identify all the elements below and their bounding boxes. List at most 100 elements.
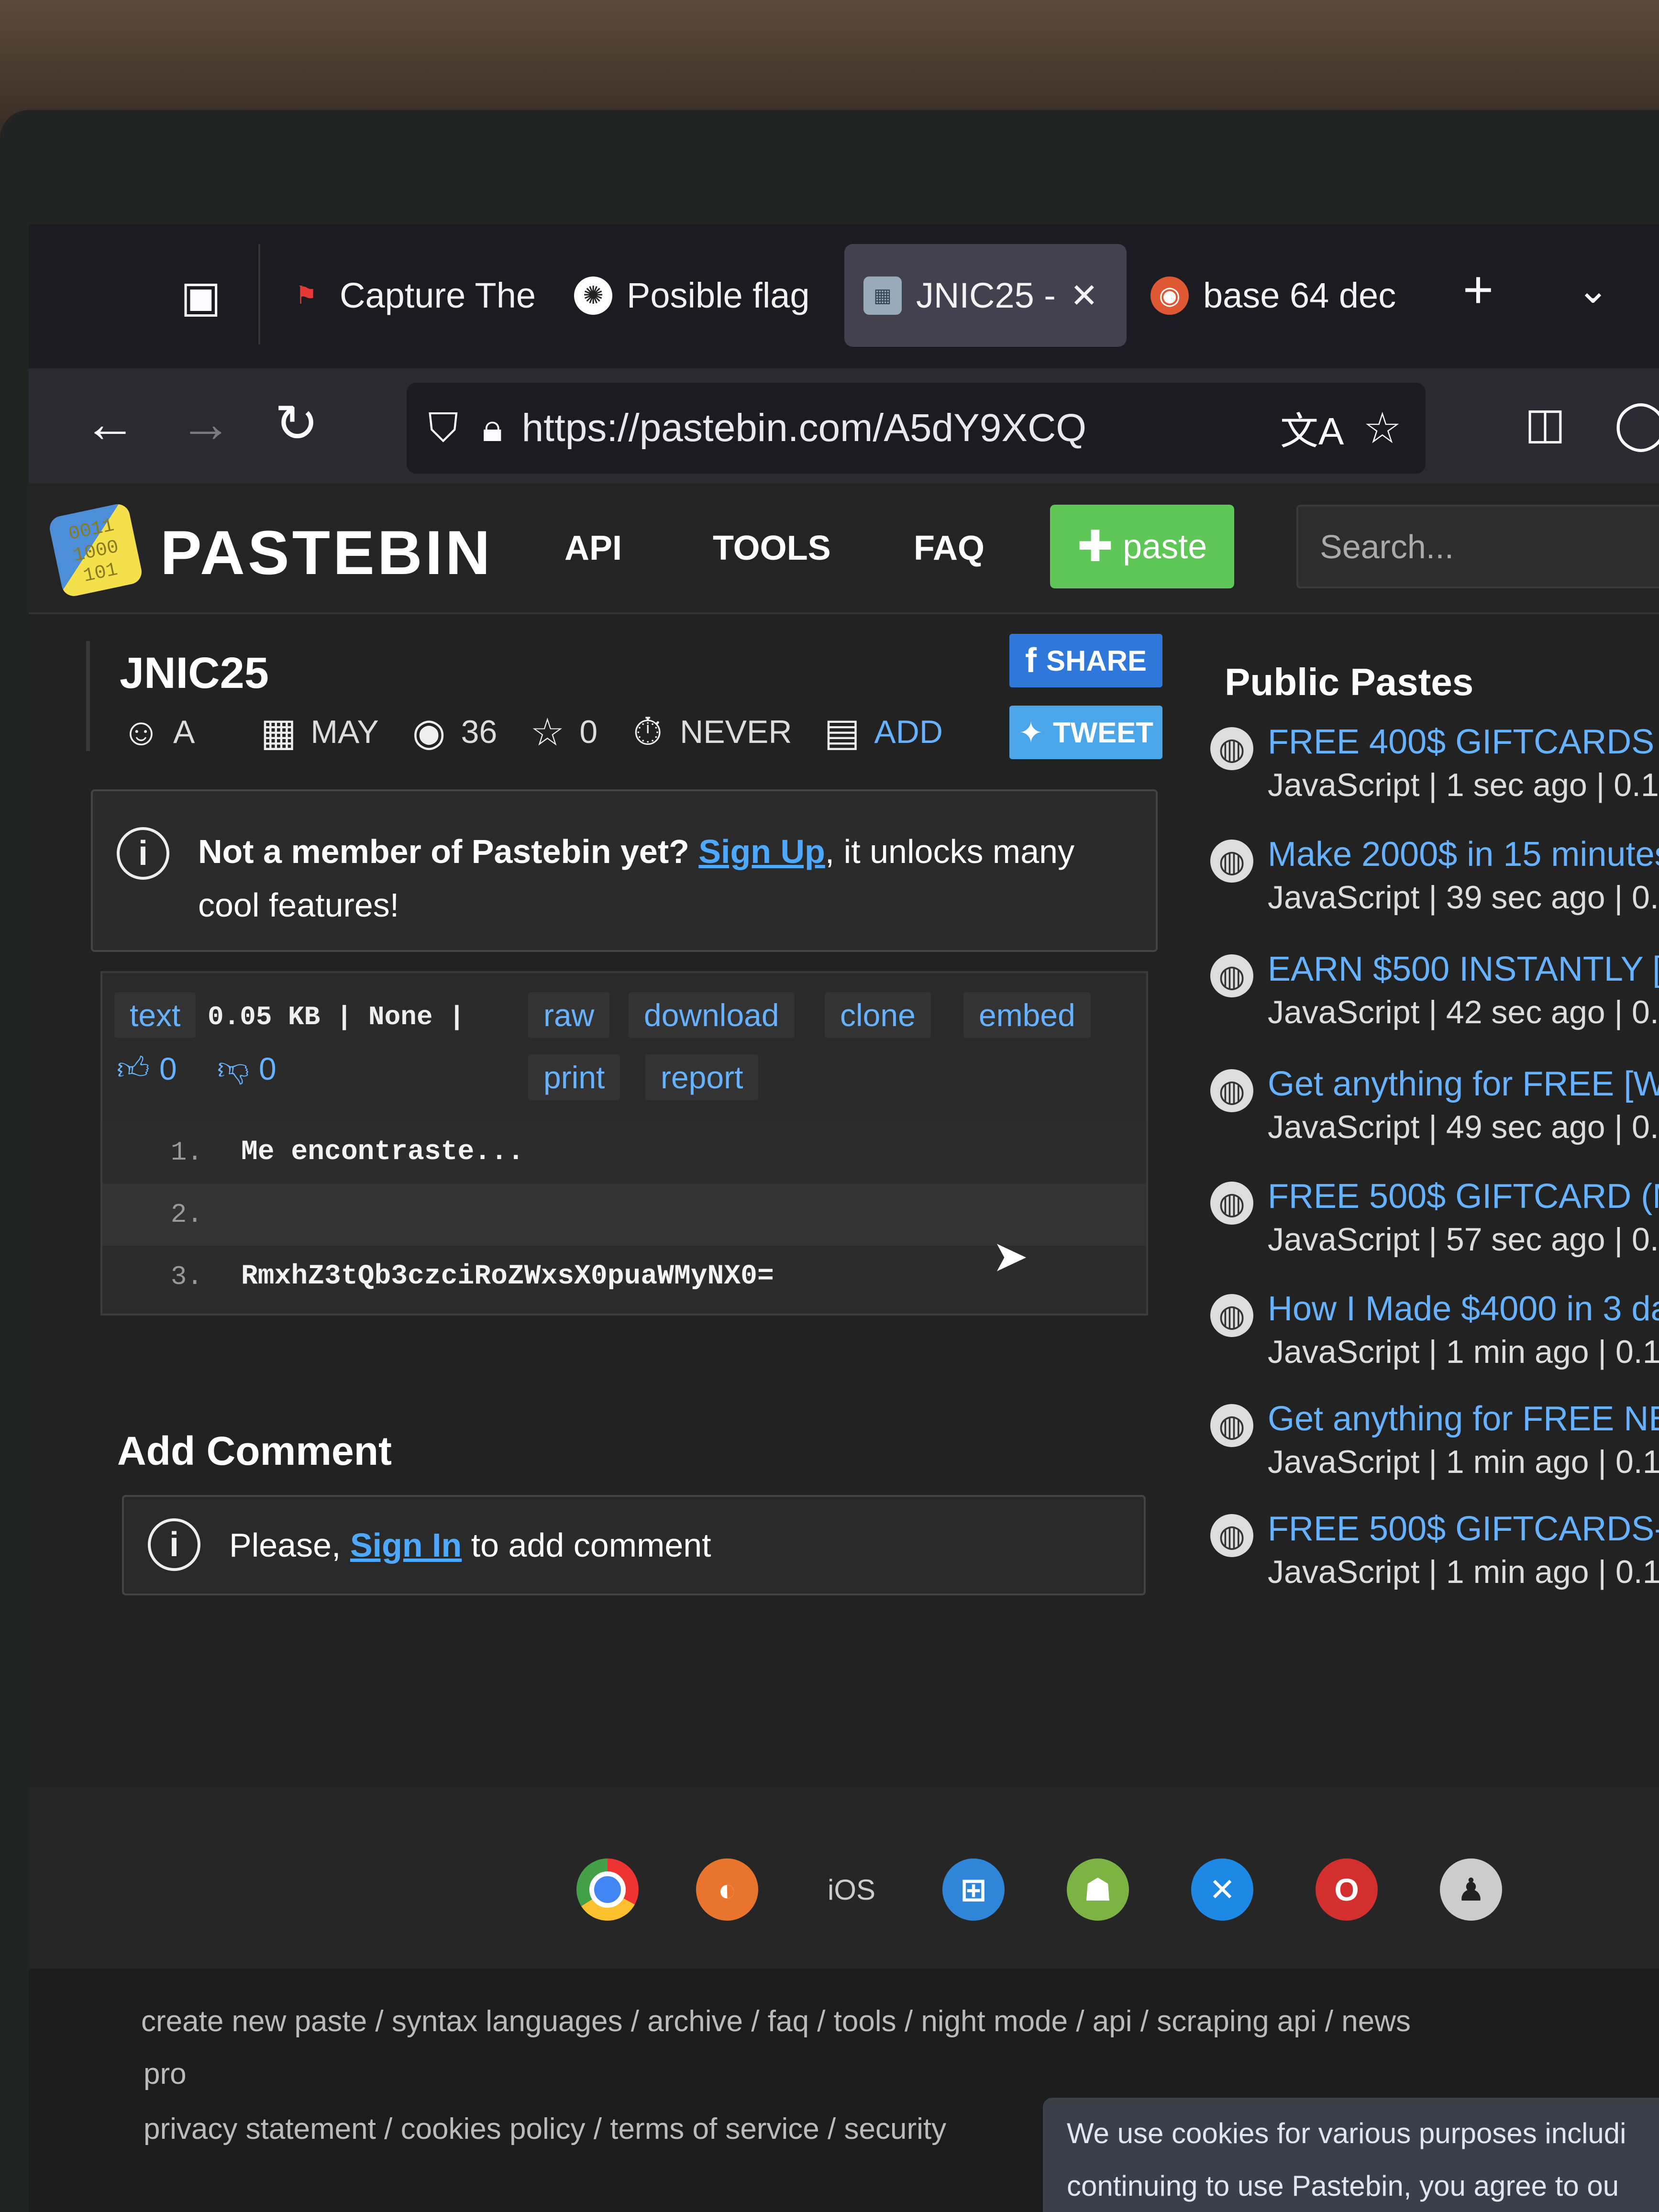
- paste-meta-text: JavaScript | 39 sec ago | 0.1: [1268, 879, 1659, 916]
- nav-api[interactable]: API: [564, 529, 622, 568]
- linux-icon[interactable]: ♟: [1440, 1858, 1502, 1921]
- pocket-icon[interactable]: ◫: [1512, 390, 1579, 457]
- nav-faq[interactable]: FAQ: [914, 529, 984, 568]
- new-paste-button[interactable]: ✚ paste: [1050, 505, 1234, 588]
- public-pastes-title: Public Pastes: [1225, 661, 1474, 703]
- footer-link-privacy-statement[interactable]: privacy statement: [144, 2112, 376, 2146]
- nav-tools[interactable]: TOOLS: [713, 529, 831, 568]
- globe-icon: ◍: [1210, 840, 1253, 883]
- account-icon[interactable]: ◯: [1607, 390, 1659, 457]
- public-paste-item[interactable]: ◍ EARN $500 INSTANTLY [WO JavaScript | 4…: [1210, 950, 1659, 1055]
- tab-overview-icon[interactable]: ▣: [167, 263, 234, 330]
- footer-link-tools[interactable]: tools: [834, 2005, 896, 2038]
- signup-notice: i Not a member of Pastebin yet? Sign Up,…: [91, 789, 1158, 952]
- close-tab-icon[interactable]: ✕: [1070, 276, 1098, 315]
- footer-separator: /: [817, 2005, 826, 2038]
- print-button[interactable]: print: [528, 1054, 620, 1100]
- macos-icon[interactable]: ✕: [1191, 1858, 1253, 1921]
- paste-meta-text: JavaScript | 1 sec ago | 0.15: [1268, 767, 1659, 803]
- signup-link[interactable]: Sign Up: [698, 833, 825, 870]
- url-text[interactable]: https://pastebin.com/A5dY9XCQ: [522, 406, 1087, 451]
- footer-link-create-new-paste[interactable]: create new paste: [141, 2005, 367, 2038]
- paste-meta-text: JavaScript | 1 min ago | 0.16: [1268, 1554, 1659, 1590]
- reload-icon[interactable]: ↻: [263, 390, 330, 457]
- paste-meta-text: JavaScript | 42 sec ago | 0.1: [1268, 994, 1659, 1030]
- stopwatch-icon: ⏱︎: [632, 710, 663, 753]
- signin-link[interactable]: Sign In: [350, 1526, 462, 1564]
- public-paste-item[interactable]: ◍ FREE 400$ GIFTCARDS JavaScript | 1 sec…: [1210, 722, 1659, 828]
- ios-link[interactable]: iOS: [820, 1858, 883, 1921]
- public-paste-item[interactable]: ◍ FREE 500$ GIFTCARD (May 2 JavaScript |…: [1210, 1177, 1659, 1282]
- report-button[interactable]: report: [645, 1054, 759, 1100]
- info-icon: i: [148, 1518, 200, 1571]
- public-paste-item[interactable]: ◍ How I Made $4000 in 3 days JavaScript …: [1210, 1289, 1659, 1394]
- android-icon[interactable]: ☗: [1067, 1858, 1129, 1921]
- paste-link[interactable]: FREE 500$ GIFTCARDS-[Work: [1268, 1509, 1659, 1548]
- clone-button[interactable]: clone: [825, 992, 931, 1038]
- paste-label: paste: [1123, 527, 1207, 566]
- like-button[interactable]: 👍︎ 0: [117, 1050, 177, 1088]
- forward-arrow-icon[interactable]: →: [172, 390, 239, 457]
- translate-icon[interactable]: 文A: [1280, 400, 1344, 456]
- dislike-button[interactable]: 👎︎ 0: [217, 1050, 276, 1088]
- raw-button[interactable]: raw: [528, 992, 610, 1038]
- code-line: 1. Me encontraste...: [102, 1121, 1146, 1183]
- footer-separator: /: [828, 2112, 836, 2146]
- twitter-tweet-button[interactable]: ✦ TWEET: [1009, 706, 1162, 759]
- url-bar[interactable]: ⛉ 🔒︎ https://pastebin.com/A5dY9XCQ 文A ☆: [407, 383, 1426, 474]
- stars[interactable]: ☆ 0: [526, 710, 597, 753]
- footer-link-cookies-policy[interactable]: cookies policy: [401, 2112, 586, 2146]
- paste-link[interactable]: Get anything for FREE [Worl: [1268, 1064, 1659, 1104]
- footer-separator: /: [1076, 2005, 1084, 2038]
- search-input[interactable]: Search...: [1296, 505, 1659, 588]
- paste-link[interactable]: Get anything for FREE NEW!!: [1268, 1399, 1659, 1438]
- tab-capture-the-flag[interactable]: ⚑ Capture The: [287, 244, 555, 347]
- paste-link[interactable]: How I Made $4000 in 3 days: [1268, 1289, 1659, 1328]
- footer-link-scraping-api[interactable]: scraping api: [1157, 2005, 1316, 2038]
- opera-icon[interactable]: O: [1316, 1858, 1378, 1921]
- public-paste-item[interactable]: ◍ Get anything for FREE NEW!! JavaScript…: [1210, 1399, 1659, 1504]
- shield-icon[interactable]: ⛉: [428, 405, 458, 452]
- public-paste-item[interactable]: ◍ FREE 500$ GIFTCARDS-[Work JavaScript |…: [1210, 1509, 1659, 1615]
- paste-link[interactable]: Make 2000$ in 15 minutes: [1268, 835, 1659, 874]
- public-paste-item[interactable]: ◍ Get anything for FREE [Worl JavaScript…: [1210, 1064, 1659, 1170]
- embed-button[interactable]: embed: [963, 992, 1091, 1038]
- download-button[interactable]: download: [629, 992, 795, 1038]
- cookie-banner[interactable]: We use cookies for various purposes incl…: [1043, 2098, 1659, 2212]
- footer-link-api[interactable]: api: [1093, 2005, 1132, 2038]
- pastebin-logo[interactable]: 0011 1000 101: [47, 502, 144, 598]
- author[interactable]: ☺ A: [120, 710, 195, 753]
- lock-icon[interactable]: 🔒︎: [482, 406, 503, 451]
- new-tab-button[interactable]: +: [1445, 256, 1512, 323]
- firefox-icon[interactable]: ◐: [696, 1858, 758, 1921]
- footer-link-news[interactable]: news: [1341, 2005, 1411, 2038]
- footer-link-security[interactable]: security: [844, 2112, 946, 2146]
- paste-link[interactable]: FREE 500$ GIFTCARD (May 2: [1268, 1177, 1659, 1216]
- footer-link-faq[interactable]: faq: [768, 2005, 809, 2038]
- mouse-cursor-icon: ➤: [992, 1233, 1029, 1281]
- footer-link-archive[interactable]: archive: [647, 2005, 743, 2038]
- windows-icon[interactable]: ⊞: [942, 1858, 1005, 1921]
- footer-link-night-mode[interactable]: night mode: [921, 2005, 1068, 2038]
- footer-link-syntax-languages[interactable]: syntax languages: [392, 2005, 623, 2038]
- back-arrow-icon[interactable]: ←: [77, 390, 144, 457]
- add-comment-link[interactable]: ▤ ADD: [820, 710, 943, 753]
- tab-base64-decode[interactable]: ◉ base 64 dec: [1150, 244, 1418, 347]
- footer-link-pro[interactable]: pro: [144, 2057, 187, 2091]
- public-paste-item[interactable]: ◍ Make 2000$ in 15 minutes JavaScript | …: [1210, 835, 1659, 940]
- syntax-tag[interactable]: text: [114, 992, 196, 1038]
- footer-link-terms-of-service[interactable]: terms of service: [610, 2112, 819, 2146]
- footer-links-row1: create new paste / syntax languages / ar…: [141, 2004, 1411, 2038]
- author-name: A: [173, 714, 195, 750]
- tab-jnic25[interactable]: ▦ JNIC25 - ✕: [844, 244, 1127, 347]
- bookmark-star-icon[interactable]: ☆: [1363, 403, 1402, 453]
- paste-link[interactable]: EARN $500 INSTANTLY [WO: [1268, 950, 1659, 989]
- chrome-icon[interactable]: [576, 1858, 639, 1921]
- facebook-share-button[interactable]: f SHARE: [1009, 634, 1162, 687]
- brand-name[interactable]: PASTEBIN: [160, 517, 493, 588]
- tab-posible-flag[interactable]: ✺ Posible flag: [574, 244, 842, 347]
- paste-link[interactable]: FREE 400$ GIFTCARDS: [1268, 722, 1654, 762]
- site-header: 0011 1000 101 PASTEBIN API TOOLS FAQ ✚ p…: [29, 483, 1659, 614]
- tab-list-chevron-icon[interactable]: ⌄: [1559, 256, 1626, 323]
- eye-icon: ◉: [412, 710, 446, 753]
